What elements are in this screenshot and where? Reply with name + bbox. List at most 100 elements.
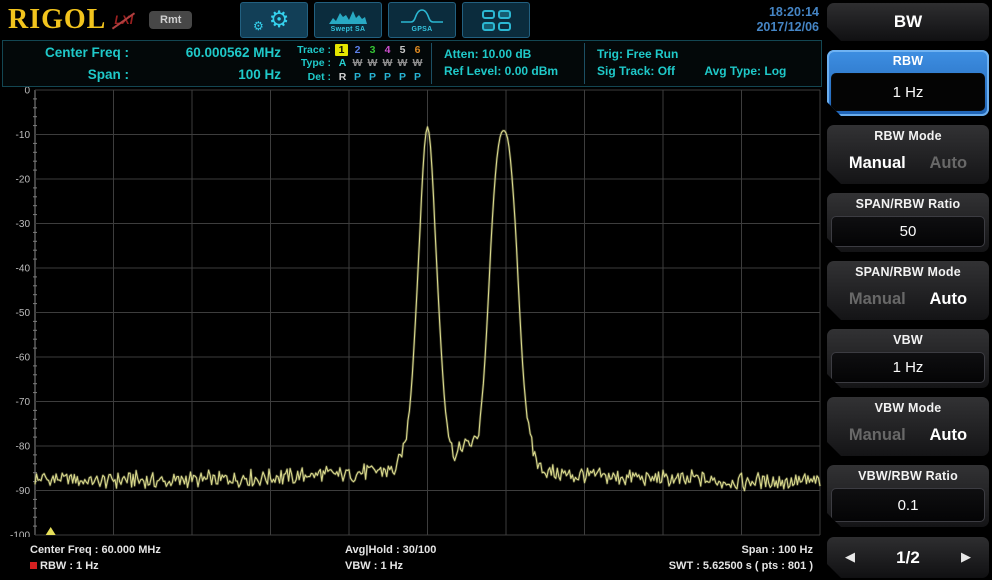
status-swt: SWT : 5.62500 s ( pts : 801 ) (590, 558, 813, 574)
softkey-span-rbw-ratio[interactable]: SPAN/RBW Ratio50 (827, 193, 989, 252)
spectrum-plot: 0-10-20-30-40-50-60-70-80-90-100 (0, 87, 825, 537)
sidebar-items: RBW1 Hz RBW Mode Manual Auto SPAN/RBW Ratio5… (827, 50, 989, 528)
atten-readout: Atten: 10.00 dB (444, 46, 572, 63)
trace-detector: P (380, 71, 395, 83)
status-bar: Center Freq : 60.000 MHz RBW : 1 Hz Avg|… (0, 537, 825, 580)
analyzer-screen: RIGOL LXI Rmt ⚙ ⚙ Swept SA GPSA (0, 0, 992, 580)
page-indicator: 1/2 (896, 548, 920, 568)
status-avg-hold: Avg|Hold : 30/100 (345, 542, 590, 558)
softkey-vbw-rbw-ratio[interactable]: VBW/RBW Ratio0.1 (827, 465, 989, 527)
trace-number: 3 (365, 44, 380, 56)
trace-status-block: Trace : 123456 Type : AWWWWW Det : RPPPP… (291, 41, 431, 86)
grid-icon (482, 10, 511, 31)
center-freq-value: 60.000562 MHz (129, 43, 281, 62)
toggle-option-manual[interactable]: Manual (849, 290, 906, 309)
type-row-label: Type : (291, 57, 331, 69)
softkey-value: 50 (831, 216, 985, 247)
softkey-label: VBW/RBW Ratio (827, 465, 989, 487)
status-vbw: VBW : 1 Hz (345, 558, 590, 574)
display-layout-button[interactable] (462, 2, 530, 38)
logo-area: RIGOL LXI Rmt (0, 3, 218, 37)
softkey-rbw[interactable]: RBW1 Hz (827, 50, 989, 116)
det-row-label: Det : (291, 71, 331, 83)
spectrum-display: 0-10-20-30-40-50-60-70-80-90-100 (0, 87, 825, 537)
svg-text:-10: -10 (16, 130, 31, 141)
trace-detector: P (410, 71, 425, 83)
atten-block: Atten: 10.00 dB Ref Level: 0.00 dBm (432, 41, 584, 86)
span-value: 100 Hz (129, 65, 281, 84)
softkey-value: 1 Hz (831, 73, 985, 111)
trace-row-label: Trace : (291, 44, 331, 56)
rbw-uncal-indicator (30, 562, 37, 569)
trace-type: W (365, 57, 380, 69)
trace-detector: P (395, 71, 410, 83)
softkey-label: SPAN/RBW Mode (827, 261, 989, 283)
small-gear-icon: ⚙ (253, 19, 264, 33)
softkey-span-rbw-mode[interactable]: SPAN/RBW Mode Manual Auto (827, 261, 989, 320)
svg-text:-80: -80 (16, 442, 31, 453)
svg-text:-40: -40 (16, 264, 31, 275)
clock-date: 2017/12/06 (756, 20, 819, 35)
trace-number: 6 (410, 44, 425, 56)
trace-detector: R (335, 71, 350, 83)
svg-text:-50: -50 (16, 308, 31, 319)
status-rbw: RBW : 1 Hz (40, 560, 99, 572)
sig-track-readout: Sig Track: Off (597, 64, 675, 78)
mode-icon-row: ⚙ ⚙ Swept SA GPSA (240, 2, 530, 38)
trace-type: A (335, 57, 350, 69)
trig-block: Trig: Free Run Sig Track: Off Avg Type: … (585, 41, 821, 86)
softkey-label: RBW Mode (827, 125, 989, 147)
top-bar: RIGOL LXI Rmt ⚙ ⚙ Swept SA GPSA (0, 0, 825, 40)
next-page-arrow[interactable]: ▶ (961, 550, 971, 565)
gaussian-peak-icon (399, 8, 445, 25)
menu-title: BW (827, 3, 989, 41)
trace-number: 5 (395, 44, 410, 56)
swept-sa-mode-button[interactable]: Swept SA (314, 2, 382, 38)
trace-detector: P (350, 71, 365, 83)
clock-time: 18:20:14 (756, 5, 819, 20)
softkey-label: VBW Mode (827, 397, 989, 419)
avg-type-readout: Avg Type: Log (704, 64, 786, 78)
trace-bottom-marker (46, 527, 56, 535)
gpsa-mode-button[interactable]: GPSA (388, 2, 456, 38)
toggle-option-auto[interactable]: Auto (930, 154, 968, 173)
gear-icon: ⚙ (269, 9, 290, 32)
trace-numbers: 123456 (335, 44, 425, 56)
system-settings-button[interactable]: ⚙ ⚙ (240, 2, 308, 38)
status-span: Span : 100 Hz (590, 542, 813, 558)
trace-type: W (395, 57, 410, 69)
svg-text:-70: -70 (16, 397, 31, 408)
svg-text:-30: -30 (16, 219, 31, 230)
toggle-option-auto[interactable]: Auto (930, 290, 968, 309)
ref-level-readout: Ref Level: 0.00 dBm (444, 63, 572, 80)
center-freq-label: Center Freq : (17, 43, 129, 62)
lxi-logo: LXI (112, 12, 135, 28)
page-nav[interactable]: ◀ 1/2 ▶ (827, 537, 989, 578)
softkey-rbw-mode[interactable]: RBW Mode Manual Auto (827, 125, 989, 184)
info-bar: Center Freq : 60.000562 MHz Span : 100 H… (2, 40, 822, 87)
prev-page-arrow[interactable]: ◀ (845, 550, 855, 565)
toggle-option-manual[interactable]: Manual (849, 154, 906, 173)
status-center-freq: Center Freq : 60.000 MHz (30, 542, 345, 558)
trace-number: 2 (350, 44, 365, 56)
rigol-logo: RIGOL (8, 3, 106, 37)
trace-type: W (410, 57, 425, 69)
remote-status-badge: Rmt (149, 11, 192, 29)
softkey-menu: BW RBW1 Hz RBW Mode Manual Auto SPAN/RBW Rat… (825, 0, 992, 580)
trace-type: W (350, 57, 365, 69)
trace-number: 4 (380, 44, 395, 56)
svg-text:-20: -20 (16, 175, 31, 186)
svg-text:0: 0 (24, 87, 30, 97)
trace-types: AWWWWW (335, 57, 425, 69)
softkey-vbw-mode[interactable]: VBW Mode Manual Auto (827, 397, 989, 456)
span-label: Span : (17, 65, 129, 84)
softkey-label: SPAN/RBW Ratio (827, 193, 989, 215)
toggle-option-auto[interactable]: Auto (930, 426, 968, 445)
softkey-value: 0.1 (831, 488, 985, 522)
softkey-vbw[interactable]: VBW1 Hz (827, 329, 989, 388)
toggle-option-manual[interactable]: Manual (849, 426, 906, 445)
spectrum-trace-icon (328, 8, 368, 25)
softkey-label: RBW (827, 50, 989, 72)
svg-text:-90: -90 (16, 486, 31, 497)
trace-detector: P (365, 71, 380, 83)
